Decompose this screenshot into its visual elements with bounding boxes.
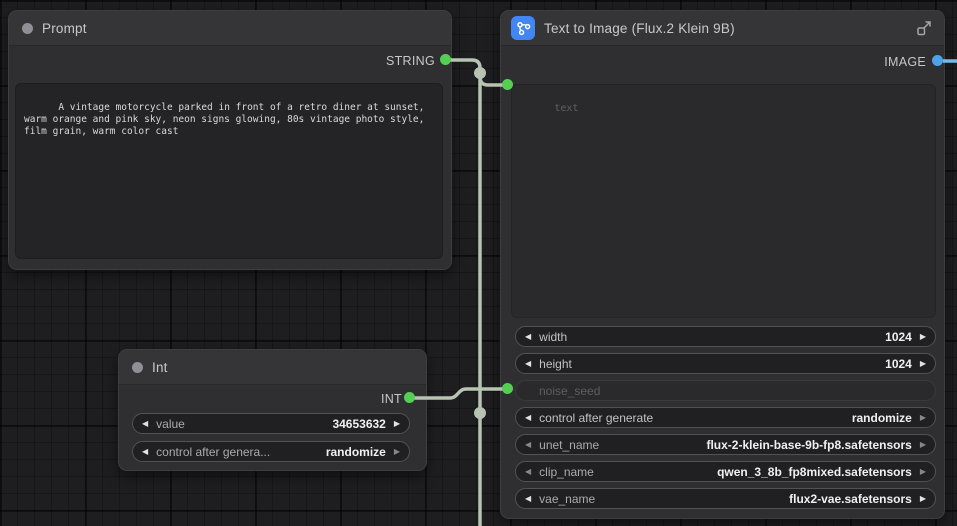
widget-label: noise_seed <box>539 384 600 398</box>
widget-clip-name[interactable]: ◀ clip_name qwen_3_8b_fp8mixed.safetenso… <box>515 461 936 482</box>
text-input-placeholder: text <box>554 103 578 114</box>
decrement-arrow-icon[interactable]: ◀ <box>525 333 531 341</box>
widget-vae-name[interactable]: ◀ vae_name flux2-vae.safetensors ▶ <box>515 488 936 509</box>
node-text-to-image[interactable]: Text to Image (Flux.2 Klein 9B) IMAGE te… <box>500 10 945 519</box>
prompt-text-input[interactable]: A vintage motorcycle parked in front of … <box>15 83 443 259</box>
widget-label: unet_name <box>539 438 599 452</box>
prev-option-arrow-icon[interactable]: ◀ <box>525 414 531 422</box>
widget-label: vae_name <box>539 492 595 506</box>
port-image-output[interactable] <box>932 55 943 66</box>
widget-label: width <box>539 330 567 344</box>
next-option-arrow-icon[interactable]: ▶ <box>920 495 926 503</box>
widget-value-text: flux2-vae.safetensors <box>789 492 912 506</box>
node-int[interactable]: Int INT ◀ value 34653632 ▶ ◀ control aft… <box>118 349 427 471</box>
node-text-to-image-header[interactable]: Text to Image (Flux.2 Klein 9B) <box>501 11 944 46</box>
next-option-arrow-icon[interactable]: ▶ <box>394 448 400 456</box>
decrement-arrow-icon[interactable]: ◀ <box>525 360 531 368</box>
decrement-arrow-icon[interactable]: ◀ <box>142 420 148 428</box>
widget-height[interactable]: ◀ height 1024 ▶ <box>515 353 936 374</box>
widget-value-text: 1024 <box>885 330 912 344</box>
widget-value-text: randomize <box>852 411 912 425</box>
prev-option-arrow-icon[interactable]: ◀ <box>142 448 148 456</box>
next-option-arrow-icon[interactable]: ▶ <box>920 414 926 422</box>
node-graph-canvas[interactable]: Prompt STRING A vintage motorcycle parke… <box>0 0 957 526</box>
increment-arrow-icon[interactable]: ▶ <box>920 333 926 341</box>
widget-width[interactable]: ◀ width 1024 ▶ <box>515 326 936 347</box>
text-input-area[interactable]: text <box>511 84 936 318</box>
node-title: Text to Image (Flux.2 Klein 9B) <box>544 21 735 36</box>
next-option-arrow-icon[interactable]: ▶ <box>920 468 926 476</box>
wire-junction-dot[interactable] <box>474 407 486 419</box>
widget-value-text: qwen_3_8b_fp8mixed.safetensors <box>717 465 912 479</box>
node-int-header[interactable]: Int <box>119 350 426 385</box>
node-title: Prompt <box>42 21 87 36</box>
port-text-input[interactable] <box>502 79 513 90</box>
port-int-output[interactable] <box>404 392 415 403</box>
widget-label: control after genera... <box>156 445 270 459</box>
node-status-dot <box>132 362 143 373</box>
next-option-arrow-icon[interactable]: ▶ <box>920 441 926 449</box>
output-slot-image: IMAGE <box>884 54 926 70</box>
widget-value-text: 34653632 <box>332 417 385 431</box>
prev-option-arrow-icon[interactable]: ◀ <box>525 495 531 503</box>
expand-node-icon[interactable] <box>914 18 934 38</box>
prev-option-arrow-icon[interactable]: ◀ <box>525 441 531 449</box>
node-status-dot <box>22 23 33 34</box>
widget-value-text: 1024 <box>885 357 912 371</box>
widget-control-after-generate[interactable]: ◀ control after generate randomize ▶ <box>515 407 936 428</box>
widget-value-text: flux-2-klein-base-9b-fp8.safetensors <box>706 438 911 452</box>
node-prompt-header[interactable]: Prompt <box>9 11 451 46</box>
wire-junction-dot[interactable] <box>474 67 486 79</box>
widget-unet-name[interactable]: ◀ unet_name flux-2-klein-base-9b-fp8.saf… <box>515 434 936 455</box>
node-title: Int <box>152 360 168 375</box>
output-slot-label: INT <box>381 392 402 406</box>
widget-label: height <box>539 357 572 371</box>
node-prompt[interactable]: Prompt STRING A vintage motorcycle parke… <box>8 10 452 270</box>
port-string-output[interactable] <box>440 54 451 65</box>
output-slot-int: INT <box>381 391 402 407</box>
output-slot-label: IMAGE <box>884 55 926 69</box>
widget-label: clip_name <box>539 465 594 479</box>
widget-value-text: randomize <box>326 445 386 459</box>
prev-option-arrow-icon[interactable]: ◀ <box>525 468 531 476</box>
output-slot-label: STRING <box>386 54 435 68</box>
increment-arrow-icon[interactable]: ▶ <box>394 420 400 428</box>
widget-noise-seed: noise_seed <box>515 380 936 401</box>
widget-label: value <box>156 417 185 431</box>
widget-value[interactable]: ◀ value 34653632 ▶ <box>132 413 410 434</box>
widget-label: control after generate <box>539 411 653 425</box>
port-noise-seed-input[interactable] <box>502 383 513 394</box>
workflow-node-icon <box>511 16 535 40</box>
widget-control-after-generate[interactable]: ◀ control after genera... randomize ▶ <box>132 441 410 462</box>
prompt-text-value: A vintage motorcycle parked in front of … <box>24 102 430 137</box>
output-slot-string: STRING <box>386 53 435 69</box>
increment-arrow-icon[interactable]: ▶ <box>920 360 926 368</box>
